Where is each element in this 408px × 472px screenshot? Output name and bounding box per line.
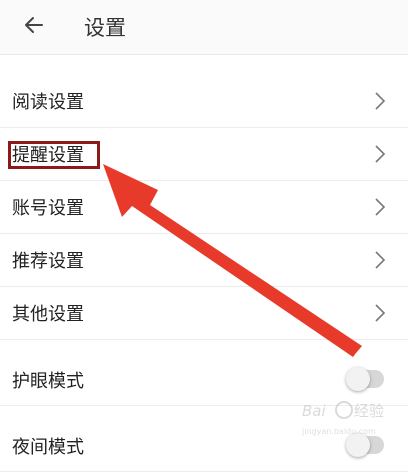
arrow-left-icon[interactable] xyxy=(22,13,46,37)
menu-item-label: 推荐设置 xyxy=(12,251,84,272)
chevron-right-icon xyxy=(375,198,386,216)
chevron-right-icon xyxy=(375,145,386,163)
chevron-right-icon xyxy=(375,251,386,269)
top-bar: 设置 xyxy=(0,0,408,55)
menu-item-label: 阅读设置 xyxy=(12,92,84,113)
toggle-label: 护眼模式 xyxy=(12,371,84,392)
menu-item-label: 账号设置 xyxy=(12,198,84,219)
chevron-right-icon xyxy=(375,92,386,110)
menu-item-label: 其他设置 xyxy=(12,304,84,325)
svg-text:经验: 经验 xyxy=(354,402,384,420)
page-title: 设置 xyxy=(84,16,126,40)
highlight-box xyxy=(8,141,100,169)
section-divider xyxy=(0,340,408,354)
menu-item-account-settings[interactable]: 账号设置 xyxy=(0,181,408,234)
spacer xyxy=(0,55,408,75)
menu-item-other-settings[interactable]: 其他设置 xyxy=(0,287,408,340)
toggle-label: 夜间模式 xyxy=(12,437,84,458)
chevron-right-icon xyxy=(375,304,386,322)
eye-care-toggle[interactable] xyxy=(346,367,384,391)
svg-text:Bai: Bai xyxy=(302,402,326,420)
svg-text:jingyan.baidu.com: jingyan.baidu.com xyxy=(301,427,376,436)
menu-item-reading-settings[interactable]: 阅读设置 xyxy=(0,75,408,128)
watermark-logo: Bai 经验 jingyan.baidu.com xyxy=(301,401,384,436)
toggle-knob xyxy=(346,367,370,391)
menu-item-recommend-settings[interactable]: 推荐设置 xyxy=(0,234,408,287)
